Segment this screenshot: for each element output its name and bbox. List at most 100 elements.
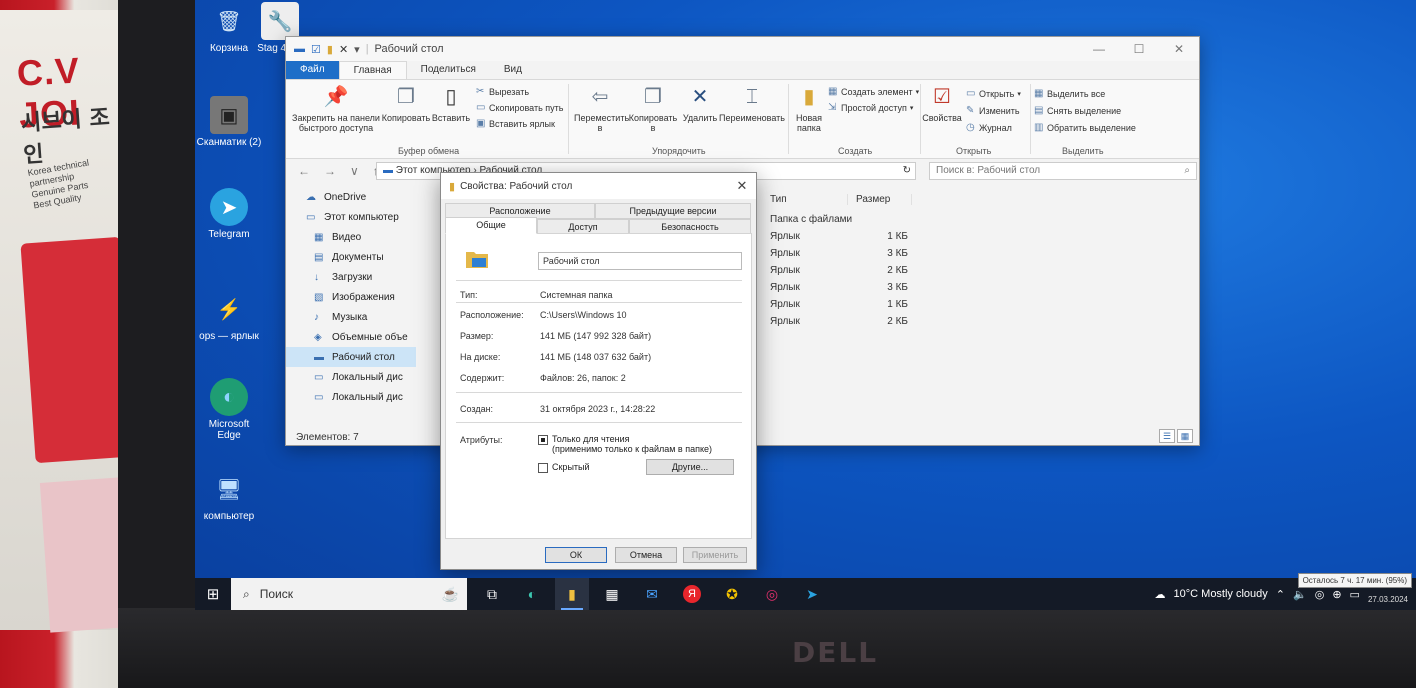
language-icon[interactable]: ⊕ [1332, 588, 1341, 601]
close-button[interactable]: ✕ [1159, 42, 1199, 56]
large-icons-view-icon[interactable]: ▦ [1177, 429, 1193, 443]
rename-button[interactable]: ⌶ Переименовать [718, 84, 786, 123]
checkbox-indeterminate[interactable] [538, 435, 548, 445]
cut-button[interactable]: ✂ Вырезать [476, 86, 529, 97]
table-row[interactable]: Ярлык 3 КБ [756, 279, 1196, 296]
desktop-icon-computer[interactable]: 🖥 компьютер [195, 470, 265, 523]
select-all-button[interactable]: ▦ Выделить все [1034, 88, 1105, 99]
edit-button[interactable]: ✎ Изменить [966, 105, 1020, 116]
tray-overflow-icon[interactable]: ⌃ [1276, 588, 1285, 601]
taskbar-app-yellow[interactable]: ✪ [715, 578, 749, 610]
dialog-titlebar[interactable]: ▮ Свойства: Рабочий стол ✕ [441, 173, 756, 199]
history-button[interactable]: ◷ Журнал [966, 122, 1012, 133]
delete-button[interactable]: ✕ Удалить [680, 84, 720, 123]
table-row[interactable]: Ярлык 2 КБ [756, 313, 1196, 330]
properties-qa-icon[interactable]: ☑ [311, 43, 321, 56]
easy-access-button[interactable]: ⇲ Простой доступ ▾ [828, 102, 913, 113]
delete-qa-icon[interactable]: ✕ [339, 43, 348, 56]
tab-share[interactable]: Поделиться [407, 61, 490, 79]
folder-qa-icon[interactable]: ▮ [327, 43, 333, 56]
properties-button[interactable]: ☑ Свойства [922, 84, 962, 123]
column-type[interactable]: Тип [756, 193, 848, 205]
new-item-button[interactable]: ▦ Создать элемент ▾ [828, 86, 919, 97]
maximize-button[interactable]: ☐ [1119, 42, 1159, 56]
tab-view[interactable]: Вид [490, 61, 536, 79]
tab-home[interactable]: Главная [338, 61, 407, 79]
navigation-pane: ☁ OneDrive ▭ Этот компьютер ▦ Видео ▤ Докуме… [286, 187, 416, 427]
dialog-close-icon[interactable]: ✕ [728, 178, 756, 194]
copy-path-button[interactable]: ▭ Скопировать путь [476, 102, 563, 113]
copy-button[interactable]: ❐ Копировать [380, 84, 432, 123]
taskbar-search[interactable]: ⌕ Поиск ☕ [231, 578, 467, 610]
table-row[interactable]: Папка с файлами [756, 211, 1196, 228]
paste-button[interactable]: ▯ Вставить [430, 84, 472, 123]
tab-file[interactable]: Файл [286, 61, 339, 79]
advanced-button[interactable]: Другие... [646, 459, 734, 475]
ok-button[interactable]: ОК [545, 547, 607, 563]
volume-icon[interactable]: 🔈 [1293, 588, 1307, 601]
history-dropdown-icon[interactable]: ∨ [350, 164, 359, 178]
hidden-checkbox[interactable]: Скрытый [538, 462, 590, 473]
table-row[interactable]: Ярлык 1 КБ [756, 228, 1196, 245]
nav-item-documents[interactable]: ▤ Документы [286, 247, 416, 267]
task-view-button[interactable]: ⧉ [475, 578, 509, 610]
folder-name-field[interactable]: Рабочий стол [538, 252, 742, 270]
tab-general[interactable]: Общие [445, 217, 537, 234]
minimize-button[interactable]: — [1079, 42, 1119, 56]
nav-item-onedrive[interactable]: ☁ OneDrive [286, 187, 416, 207]
taskbar-telegram[interactable]: ➤ [795, 578, 829, 610]
cell-type: Ярлык [770, 265, 800, 276]
desktop-icon-telegram[interactable]: ➤ Telegram [195, 188, 265, 240]
nav-item-this-pc[interactable]: ▭ Этот компьютер [286, 207, 416, 227]
forward-arrow-icon[interactable]: → [324, 164, 336, 178]
back-arrow-icon[interactable]: ← [298, 164, 310, 178]
new-folder-button[interactable]: ▮ Новая папка [792, 84, 826, 133]
field-value: 141 МБ (147 992 328 байт) [540, 331, 652, 341]
invert-selection-button[interactable]: ▥ Обратить выделение [1034, 122, 1136, 133]
column-size[interactable]: Размер [848, 193, 912, 205]
readonly-checkbox[interactable]: Только для чтения (применимо только к фай… [538, 434, 712, 454]
explorer-titlebar[interactable]: ▬ ☑ ▮ ✕ ▾ | Рабочий стол — ☐ ✕ [286, 37, 1199, 61]
nav-item-music[interactable]: ♪ Музыка [286, 307, 416, 327]
paste-shortcut-button[interactable]: ▣ Вставить ярлык [476, 118, 555, 129]
select-none-button[interactable]: ▤ Снять выделение [1034, 105, 1121, 116]
nav-label: Локальный дис [332, 371, 403, 383]
nav-item-local-disk[interactable]: ▭ Локальный дис [286, 367, 416, 387]
desktop-icon-ops[interactable]: ⚡ ops — ярлык [195, 290, 265, 343]
start-button[interactable]: ⊞ [195, 578, 231, 610]
nav-item-downloads[interactable]: ↓ Загрузки [286, 267, 416, 287]
cancel-button[interactable]: Отмена [615, 547, 677, 563]
copy-to-button[interactable]: ❐ Копировать в [628, 84, 678, 133]
battery-icon[interactable]: ▭ [1350, 588, 1360, 601]
refresh-icon[interactable]: ↻ [903, 165, 911, 176]
nav-item-video[interactable]: ▦ Видео [286, 227, 416, 247]
checkbox[interactable] [538, 463, 548, 473]
apply-button[interactable]: Применить [683, 547, 747, 563]
move-to-button[interactable]: ⇦ Переместить в [574, 84, 629, 133]
search-input[interactable]: Поиск в: Рабочий стол ⌕ [929, 162, 1197, 180]
table-row[interactable]: Ярлык 1 КБ [756, 296, 1196, 313]
weather-text[interactable]: 10°C Mostly cloudy [1174, 588, 1268, 600]
nav-item-desktop[interactable]: ▬ Рабочий стол [286, 347, 416, 367]
table-row[interactable]: Ярлык 3 КБ [756, 245, 1196, 262]
store-icon: ▦ [605, 585, 619, 602]
network-icon[interactable]: ◎ [1315, 588, 1325, 601]
properties-dialog[interactable]: ▮ Свойства: Рабочий стол ✕ Расположение … [440, 172, 757, 570]
nav-item-local-disk[interactable]: ▭ Локальный дис [286, 387, 416, 407]
table-row[interactable]: Ярлык 2 КБ [756, 262, 1196, 279]
open-button[interactable]: ▭ Открыть ▾ [966, 88, 1021, 99]
taskbar-store[interactable]: ▦ [595, 578, 629, 610]
nav-item-3d-objects[interactable]: ◈ Объемные объе [286, 327, 416, 347]
taskbar-yandex[interactable]: Я [675, 578, 709, 610]
desktop-icon-scanmatik[interactable]: ▣ Сканматик (2) [195, 96, 265, 148]
customize-qa-icon[interactable]: ▾ [354, 43, 360, 56]
pin-quick-access-button[interactable]: 📌 Закрепить на панели быстрого доступа [290, 84, 382, 133]
nav-item-pictures[interactable]: ▧ Изображения [286, 287, 416, 307]
taskbar-instagram[interactable]: ◎ [755, 578, 789, 610]
tab-previous-versions[interactable]: Предыдущие версии [595, 203, 751, 219]
desktop-icon-edge[interactable]: ◐ Microsoft Edge [195, 378, 265, 441]
taskbar-explorer[interactable]: ▮ [555, 578, 589, 610]
details-view-icon[interactable]: ☰ [1159, 429, 1175, 443]
taskbar-edge[interactable]: ◐ [515, 578, 549, 610]
taskbar-mail[interactable]: ✉ [635, 578, 669, 610]
